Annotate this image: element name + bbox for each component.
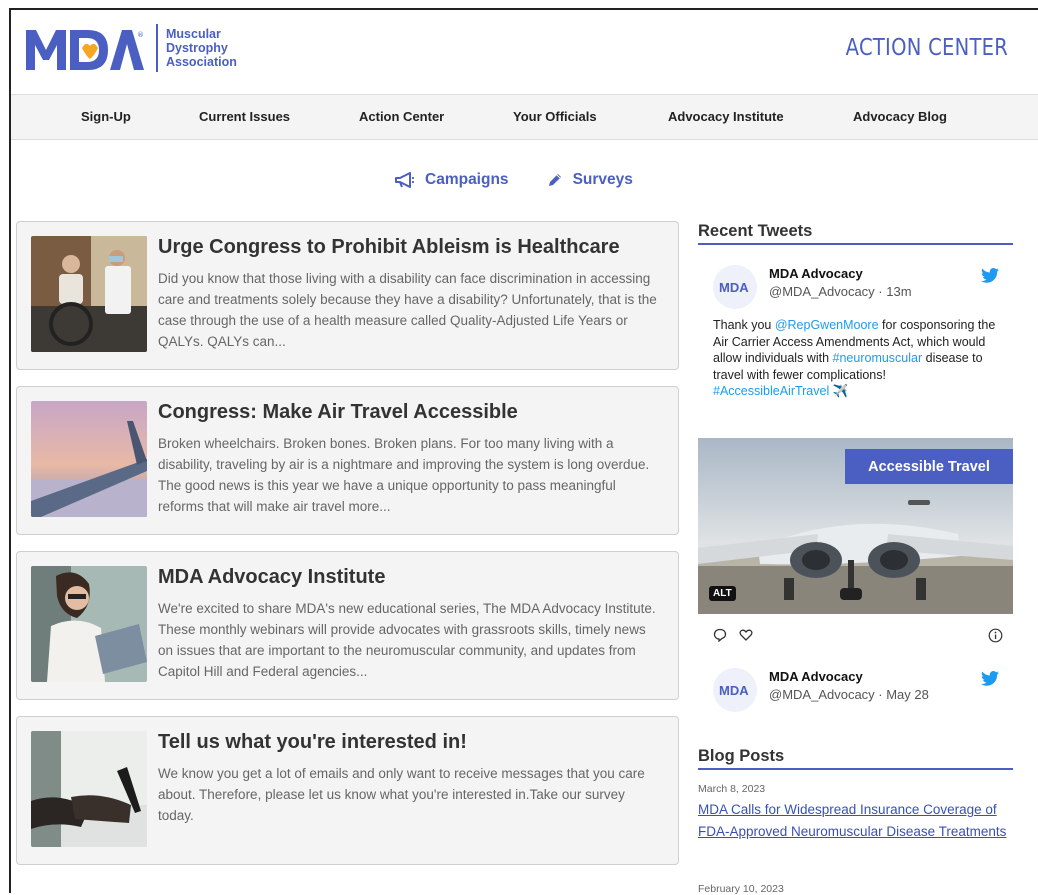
twitter-bird-icon[interactable] [981, 268, 999, 283]
campaign-thumbnail [31, 731, 147, 847]
tweet-text-segment: Thank you [713, 318, 775, 332]
megaphone-icon [395, 172, 414, 188]
campaign-card[interactable]: Urge Congress to Prohibit Ableism is Hea… [16, 221, 679, 370]
tweet-text: Thank you @RepGwenMoore for cosponsoring… [713, 317, 998, 400]
blog-posts-heading: Blog Posts [698, 747, 1013, 770]
campaign-title[interactable]: Tell us what you're interested in! [158, 731, 467, 754]
svg-text:®: ® [137, 31, 144, 39]
alt-badge[interactable]: ALT [709, 586, 736, 601]
tweet-hashtag-link[interactable]: #neuromuscular [833, 351, 923, 365]
campaign-summary: We know you get a lot of emails and only… [158, 766, 645, 823]
campaign-card[interactable]: Tell us what you're interested in! We kn… [16, 716, 679, 865]
pencil-icon [548, 174, 561, 186]
campaign-thumbnail [31, 566, 147, 682]
heart-icon[interactable] [739, 628, 753, 642]
org-name-line-2: Dystrophy [166, 41, 228, 55]
org-name-line-3: Association [166, 55, 237, 69]
campaign-title[interactable]: MDA Advocacy Institute [158, 566, 385, 589]
campaign-card[interactable]: Congress: Make Air Travel Accessible Bro… [16, 386, 679, 535]
avatar[interactable]: MDA [713, 668, 757, 712]
action-subnav: Campaigns Surveys [395, 171, 633, 189]
tweet-mention-link[interactable]: @RepGwenMoore [775, 318, 879, 332]
campaign-card[interactable]: MDA Advocacy Institute We're excited to … [16, 551, 679, 700]
svg-text:MDA: MDA [719, 683, 749, 697]
surveys-label: Surveys [572, 171, 633, 188]
campaign-title[interactable]: Urge Congress to Prohibit Ableism is Hea… [158, 236, 620, 259]
nav-current-issues[interactable]: Current Issues [199, 109, 290, 124]
tweet-image[interactable]: Accessible Travel ALT [698, 438, 1013, 614]
campaigns-label: Campaigns [425, 171, 509, 188]
twitter-bird-icon[interactable] [981, 671, 999, 686]
site-header: ® Muscular Dystrophy Association ACTION … [11, 10, 1038, 94]
tweet-author[interactable]: MDA MDA Advocacy @MDA_Advocacy · 13m [713, 265, 1013, 309]
accessible-travel-banner: Accessible Travel [845, 449, 1013, 484]
campaign-summary: We're excited to share MDA's new educati… [158, 601, 656, 679]
org-name: Muscular Dystrophy Association [156, 24, 237, 72]
nav-your-officials[interactable]: Your Officials [513, 109, 597, 124]
tweet-hashtag-link[interactable]: #AccessibleAirTravel [713, 384, 829, 398]
mda-logo[interactable]: ® [24, 26, 144, 72]
nav-advocacy-blog[interactable]: Advocacy Blog [853, 109, 947, 124]
info-icon[interactable] [988, 628, 1003, 643]
action-center-title: ACTION CENTER [845, 35, 1008, 61]
campaign-thumbnail [31, 236, 147, 352]
recent-tweets-heading: Recent Tweets [698, 222, 1013, 245]
tweet-actions [713, 627, 1003, 645]
nav-sign-up[interactable]: Sign-Up [81, 109, 131, 124]
tweet-author[interactable]: MDA MDA Advocacy @MDA_Advocacy · May 28 [713, 668, 1013, 712]
tweet-author-handle[interactable]: @MDA_Advocacy · May 28 [769, 687, 929, 702]
blog-post-date: March 8, 2023 [698, 783, 766, 795]
campaign-summary: Broken wheelchairs. Broken bones. Broken… [158, 436, 650, 514]
blog-post-link[interactable]: MDA Calls for Widespread Insurance Cover… [698, 799, 1008, 843]
campaign-thumbnail [31, 401, 147, 517]
svg-text:MDA: MDA [719, 280, 749, 294]
main-nav: Sign-Up Current Issues Action Center You… [11, 94, 1038, 140]
nav-advocacy-institute[interactable]: Advocacy Institute [668, 109, 784, 124]
blog-post-date: February 10, 2023 [698, 883, 784, 895]
surveys-link[interactable]: Surveys [547, 171, 633, 189]
reply-icon[interactable] [713, 628, 727, 642]
avatar[interactable]: MDA [713, 265, 757, 309]
tweet-author-name[interactable]: MDA Advocacy [769, 669, 863, 684]
nav-action-center[interactable]: Action Center [359, 109, 444, 124]
campaigns-link[interactable]: Campaigns [395, 171, 509, 189]
org-name-line-1: Muscular [166, 27, 221, 41]
airplane-emoji: ✈️ [829, 384, 849, 398]
campaign-summary: Did you know that those living with a di… [158, 271, 657, 349]
tweet-author-handle[interactable]: @MDA_Advocacy · 13m [769, 284, 912, 299]
tweet-author-name[interactable]: MDA Advocacy [769, 266, 863, 281]
campaign-title[interactable]: Congress: Make Air Travel Accessible [158, 401, 518, 424]
